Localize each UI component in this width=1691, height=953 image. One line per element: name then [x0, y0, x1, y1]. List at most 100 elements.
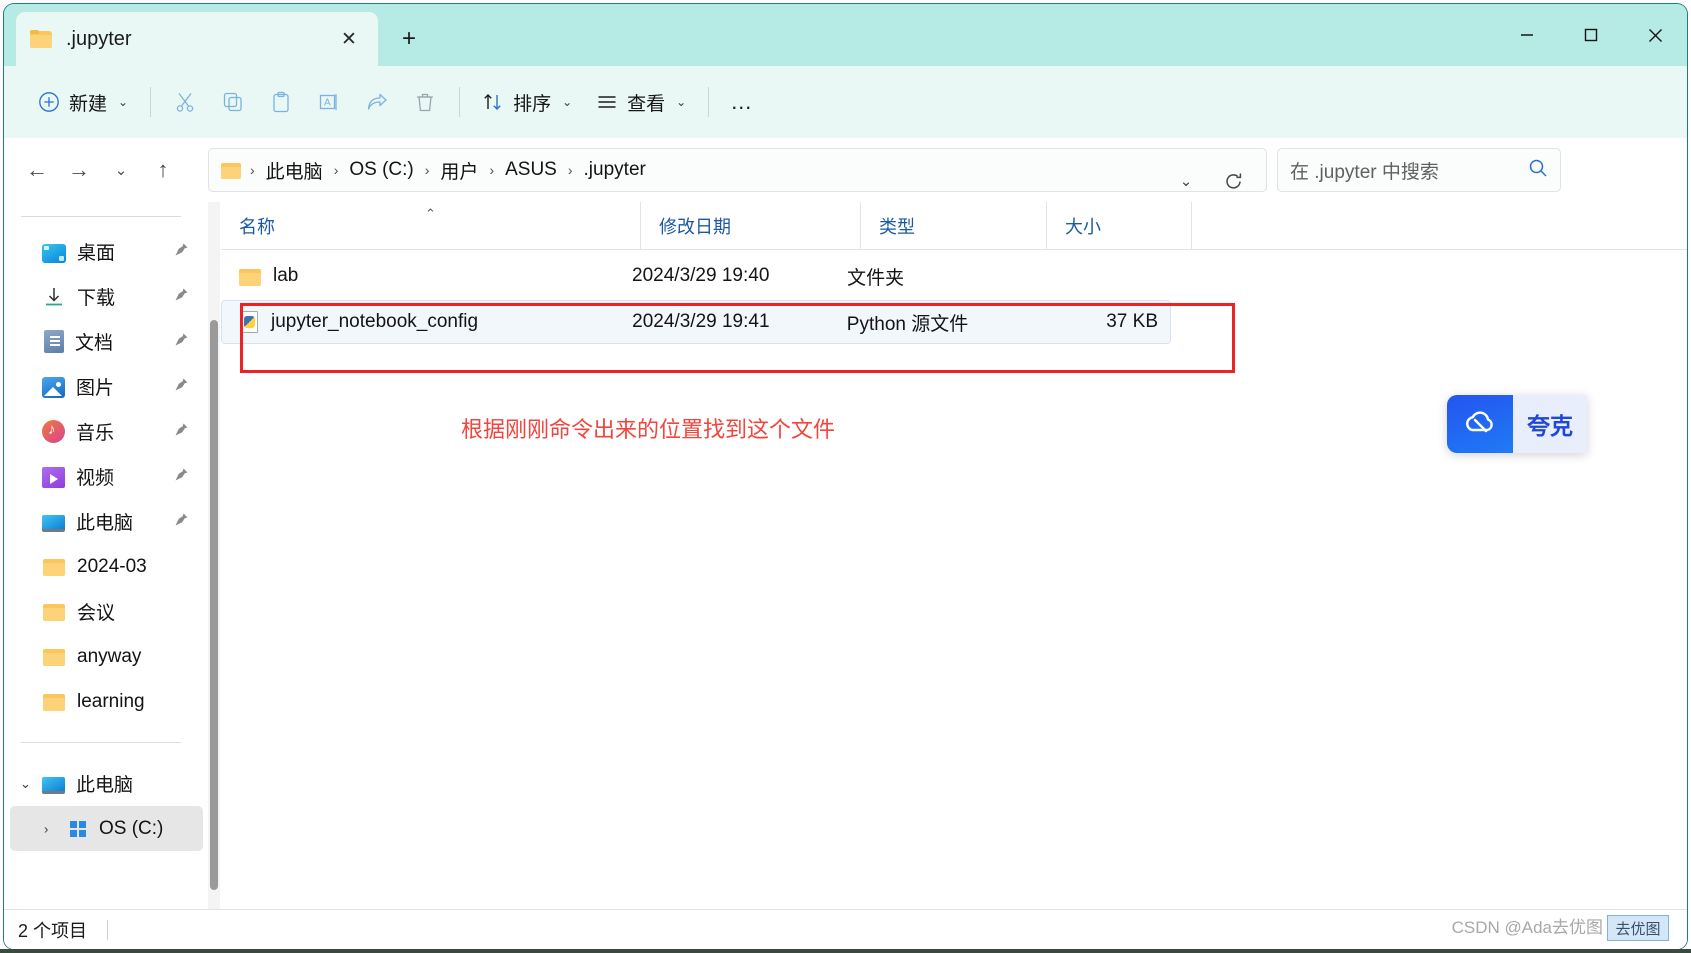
- maximize-button[interactable]: [1559, 4, 1623, 66]
- view-button-label: 查看: [627, 93, 666, 115]
- title-bar: .jupyter ✕ +: [4, 4, 1687, 66]
- minimize-icon: [1521, 34, 1533, 36]
- table-row[interactable]: jupyter_notebook_config 2024/3/29 19:41 …: [221, 300, 1171, 344]
- quark-popup[interactable]: 夸克: [1447, 395, 1587, 453]
- sidebar-item-label: anyway: [77, 645, 142, 667]
- sidebar-item-desktop[interactable]: 桌面: [10, 229, 203, 274]
- sidebar-item-music[interactable]: 音乐: [10, 409, 203, 454]
- breadcrumb-item-users[interactable]: 用户: [434, 154, 484, 187]
- new-button[interactable]: 新建 ⌄: [26, 80, 140, 124]
- sidebar-item-label: 2024-03: [77, 555, 147, 577]
- chevron-down-icon: ⌄: [562, 95, 573, 109]
- minimize-button[interactable]: [1495, 4, 1559, 66]
- table-row[interactable]: lab 2024/3/29 19:40 文件夹: [221, 254, 1171, 298]
- pictures-icon: [42, 377, 65, 398]
- rename-button[interactable]: A: [305, 80, 353, 124]
- delete-button[interactable]: [401, 80, 449, 124]
- desktop-icon: [42, 243, 66, 263]
- chevron-right-icon[interactable]: ›: [44, 821, 48, 836]
- sidebar-divider-bottom: [21, 742, 181, 743]
- download-icon: [42, 285, 66, 309]
- view-button[interactable]: 查看 ⌄: [584, 80, 698, 124]
- up-button[interactable]: ↑: [142, 149, 184, 191]
- chevron-down-icon[interactable]: ⌄: [20, 776, 31, 792]
- sidebar-scrollbar[interactable]: [208, 202, 220, 949]
- breadcrumb-item-os-c[interactable]: OS (C:): [343, 156, 419, 184]
- this-pc-icon: [42, 514, 65, 532]
- column-header-type[interactable]: 类型: [861, 201, 1047, 250]
- sidebar-tree-os-c[interactable]: › OS (C:): [10, 806, 203, 851]
- back-button[interactable]: ←: [16, 149, 58, 191]
- quark-popup-label: 夸克: [1513, 395, 1587, 453]
- sidebar-item-pictures[interactable]: 图片: [10, 364, 203, 409]
- new-tab-button[interactable]: +: [392, 22, 426, 56]
- recent-locations-button[interactable]: ⌄: [100, 149, 142, 191]
- navigation-pane[interactable]: 桌面 下载 文档 图片 ♪ 音乐 视频 此电脑 2024-03 会议 anywa…: [4, 202, 209, 949]
- breadcrumb-separator: ›: [333, 162, 339, 178]
- command-bar: 新建 ⌄ A 排序 ⌄ 查看 ⌄ …: [4, 66, 1687, 138]
- search-input[interactable]: 在 .jupyter 中搜索: [1277, 148, 1561, 192]
- sidebar-item-label: learning: [77, 690, 145, 712]
- sidebar-item-learning[interactable]: learning: [10, 679, 203, 724]
- column-header-date-modified[interactable]: 修改日期: [641, 201, 861, 250]
- bottom-strip: [0, 949, 1691, 953]
- folder-icon: [42, 600, 66, 624]
- file-name-cell: lab: [221, 265, 632, 287]
- search-icon: [1528, 158, 1548, 183]
- close-icon: [1648, 28, 1662, 42]
- date-modified-cell: 2024/3/29 19:40: [632, 265, 770, 286]
- rename-icon: A: [319, 94, 337, 110]
- watermark-badge: 去优图: [1607, 915, 1669, 941]
- sidebar-item-label: 桌面: [77, 243, 116, 264]
- file-name-cell: jupyter_notebook_config: [222, 311, 632, 333]
- sidebar-item-anyway[interactable]: anyway: [10, 634, 203, 679]
- forward-button[interactable]: →: [58, 149, 100, 191]
- close-tab-icon[interactable]: ✕: [334, 24, 364, 54]
- video-icon: [42, 467, 65, 488]
- sidebar-scrollbar-thumb[interactable]: [210, 320, 218, 890]
- chevron-down-icon: ⌄: [676, 95, 687, 109]
- music-icon: [42, 420, 65, 443]
- sort-button-label: 排序: [513, 93, 552, 115]
- folder-icon: [239, 267, 261, 286]
- address-bar: ← → ⌄ ↑ › 此电脑 › OS (C:) › 用户 › ASUS › .j…: [4, 138, 1687, 202]
- paste-button[interactable]: [257, 80, 305, 124]
- column-header-size[interactable]: 大小: [1047, 201, 1192, 250]
- cut-icon: [176, 93, 194, 112]
- sidebar-item-videos[interactable]: 视频: [10, 454, 203, 499]
- type-cell: Python 源文件: [846, 313, 969, 335]
- sidebar-item-2024-03[interactable]: 2024-03: [10, 544, 203, 589]
- type-cell: 文件夹: [847, 267, 905, 289]
- breadcrumb-dropdown-icon[interactable]: ⌄: [1168, 160, 1204, 202]
- sidebar-item-meetings[interactable]: 会议: [10, 589, 203, 634]
- sort-icon: [484, 94, 501, 110]
- breadcrumb-separator: ›: [250, 162, 255, 178]
- breadcrumb[interactable]: › 此电脑 › OS (C:) › 用户 › ASUS › .jupyter ⌄: [208, 148, 1267, 192]
- copy-button[interactable]: [209, 80, 257, 124]
- chevron-down-icon: ⌄: [118, 95, 129, 109]
- refresh-icon: [1225, 173, 1241, 189]
- breadcrumb-item-this-pc[interactable]: 此电脑: [260, 154, 329, 187]
- sidebar-item-label: 下载: [77, 288, 116, 309]
- sidebar-tree-this-pc[interactable]: ⌄ 此电脑: [10, 761, 203, 806]
- sidebar-item-label: OS (C:): [99, 817, 164, 839]
- cut-button[interactable]: [161, 80, 209, 124]
- close-window-button[interactable]: [1623, 4, 1687, 66]
- pin-icon: [174, 512, 189, 532]
- tab-jupyter[interactable]: .jupyter ✕: [16, 12, 378, 66]
- sidebar-item-documents[interactable]: 文档: [10, 319, 203, 364]
- breadcrumb-separator: ›: [567, 162, 573, 178]
- more-options-button[interactable]: …: [719, 80, 765, 124]
- sort-button[interactable]: 排序 ⌄: [470, 80, 584, 124]
- column-header-label: 名称: [239, 216, 275, 237]
- breadcrumb-item-jupyter[interactable]: .jupyter: [578, 156, 652, 184]
- copy-icon: [223, 92, 242, 112]
- refresh-button[interactable]: [1214, 160, 1252, 202]
- sidebar-item-this-pc-quick[interactable]: 此电脑: [10, 499, 203, 544]
- share-button[interactable]: [353, 80, 401, 124]
- sidebar-item-downloads[interactable]: 下载: [10, 274, 203, 319]
- sidebar-item-label: 会议: [77, 603, 116, 624]
- breadcrumb-item-asus[interactable]: ASUS: [499, 156, 563, 184]
- column-header-name[interactable]: ⌃ 名称: [221, 201, 641, 250]
- pin-icon: [174, 242, 189, 262]
